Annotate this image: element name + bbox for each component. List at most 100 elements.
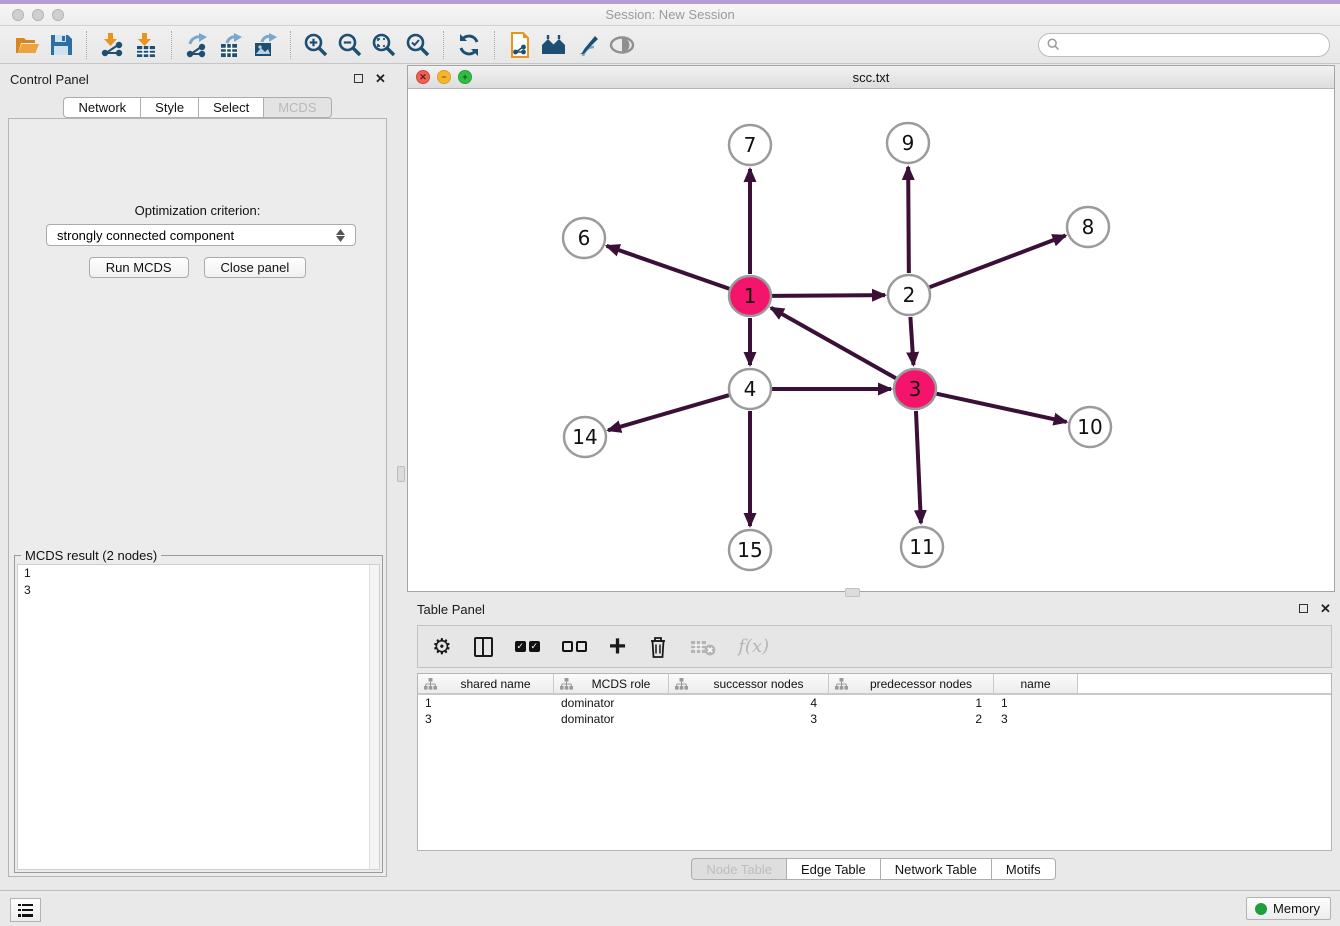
select-all-columns-button[interactable]: ✓✓	[515, 632, 540, 662]
column-header-predecessor-nodes[interactable]: predecessor nodes	[829, 674, 994, 693]
graph-edge-4-14[interactable]	[608, 395, 729, 430]
show-hide-button[interactable]	[605, 29, 639, 61]
function-builder-button[interactable]: f(x)	[738, 632, 769, 662]
zoom-fit-icon	[371, 32, 397, 58]
zoom-fit-button[interactable]	[367, 29, 401, 61]
close-table-panel-icon[interactable]: ✕	[1319, 602, 1332, 615]
graph-edge-3-1[interactable]	[771, 308, 896, 378]
mcds-result-item[interactable]: 1	[18, 565, 379, 582]
zoom-selected-button[interactable]	[401, 29, 435, 61]
mcds-result-list[interactable]: 13	[17, 564, 380, 870]
delete-table-icon	[690, 638, 716, 656]
table-cell[interactable]: 3	[418, 711, 554, 727]
graph-node-14[interactable]: 14	[564, 417, 606, 457]
graph-node-8[interactable]: 8	[1067, 207, 1109, 247]
graph-node-7[interactable]: 7	[729, 125, 771, 165]
columns-icon	[474, 637, 493, 657]
table-row[interactable]: 3dominator323	[418, 711, 1331, 727]
graph-edge-3-10[interactable]	[936, 394, 1066, 422]
table-tab-network-table[interactable]: Network Table	[880, 858, 991, 880]
float-panel-icon[interactable]	[352, 72, 365, 85]
table-tab-edge-table[interactable]: Edge Table	[786, 858, 880, 880]
home-button[interactable]	[537, 29, 571, 61]
export-table-button[interactable]	[214, 29, 248, 61]
show-columns-button[interactable]	[474, 632, 493, 662]
control-tab-mcds[interactable]: MCDS	[263, 97, 331, 118]
table-cell[interactable]: 3	[994, 711, 1078, 727]
vertical-splitter-handle[interactable]	[397, 466, 405, 482]
table-cell[interactable]: 4	[669, 695, 829, 711]
table-cell[interactable]: 1	[994, 695, 1078, 711]
table-panel-tabs: Node TableEdge TableNetwork TableMotifs	[407, 858, 1340, 880]
graph-node-3[interactable]: 3	[894, 369, 936, 409]
delete-table-button[interactable]	[690, 632, 716, 662]
control-tab-network[interactable]: Network	[63, 97, 140, 118]
import-table-icon	[133, 32, 159, 58]
zoom-out-icon	[337, 32, 363, 58]
search-input[interactable]	[1065, 38, 1321, 52]
zoom-out-button[interactable]	[333, 29, 367, 61]
close-panel-button[interactable]: Close panel	[204, 257, 307, 278]
clone-network-button[interactable]	[503, 29, 537, 61]
graph-edge-2-3[interactable]	[910, 317, 913, 365]
graph-node-label: 7	[744, 133, 757, 157]
network-canvas[interactable]: 7 9 6 8 1 2 4 3 14 10 15 11	[408, 89, 1334, 591]
import-network-button[interactable]	[95, 29, 129, 61]
graph-edge-1-6[interactable]	[607, 246, 730, 289]
save-session-button[interactable]	[44, 29, 78, 61]
column-header-shared-name[interactable]: shared name	[418, 674, 554, 693]
table-panel: Table Panel ✕ ⚙ ✓✓ +	[407, 595, 1340, 890]
column-header-successor-nodes[interactable]: successor nodes	[669, 674, 829, 693]
mcds-result-scrollbar[interactable]	[369, 565, 379, 869]
graph-node-15[interactable]: 15	[729, 530, 771, 570]
delete-column-button[interactable]	[648, 632, 668, 662]
table-cell[interactable]: 1	[829, 695, 994, 711]
zoom-in-button[interactable]	[299, 29, 333, 61]
float-table-panel-icon[interactable]	[1297, 602, 1310, 615]
export-image-button[interactable]	[248, 29, 282, 61]
graph-edge-2-9[interactable]	[908, 167, 909, 273]
table-cell[interactable]: 2	[829, 711, 994, 727]
close-panel-icon[interactable]: ✕	[374, 72, 387, 85]
style-brush-button[interactable]	[571, 29, 605, 61]
horizontal-splitter-handle[interactable]	[845, 588, 860, 597]
open-session-button[interactable]	[10, 29, 44, 61]
table-row[interactable]: 1dominator411	[418, 695, 1331, 711]
graph-node-10[interactable]: 10	[1069, 407, 1111, 447]
table-cell[interactable]: 1	[418, 695, 554, 711]
graph-edge-3-11[interactable]	[916, 411, 921, 523]
table-cell[interactable]: dominator	[554, 695, 669, 711]
graph-edge-1-2[interactable]	[772, 295, 885, 296]
graph-node-1[interactable]: 1	[729, 276, 771, 316]
table-cell[interactable]: 3	[669, 711, 829, 727]
unselect-all-columns-button[interactable]	[562, 632, 587, 662]
graph-node-label: 2	[903, 283, 916, 307]
apply-layout-button[interactable]	[452, 29, 486, 61]
table-options-button[interactable]: ⚙	[432, 632, 452, 662]
graph-node-9[interactable]: 9	[887, 123, 929, 163]
table-tab-motifs[interactable]: Motifs	[991, 858, 1056, 880]
memory-button[interactable]: Memory	[1246, 897, 1331, 920]
graph-node-11[interactable]: 11	[901, 527, 943, 567]
mcds-result-item[interactable]: 3	[18, 582, 379, 599]
network-window-titlebar[interactable]: ✕ − + scc.txt	[408, 66, 1334, 89]
memory-label: Memory	[1273, 901, 1320, 916]
create-column-button[interactable]: +	[609, 632, 627, 662]
memory-status-icon	[1255, 903, 1267, 915]
import-table-button[interactable]	[129, 29, 163, 61]
column-header-MCDS-role[interactable]: MCDS role	[554, 674, 669, 693]
criterion-select[interactable]: strongly connected component	[46, 224, 356, 246]
table-tab-node-table[interactable]: Node Table	[691, 858, 786, 880]
task-history-button[interactable]	[10, 898, 41, 922]
run-mcds-button[interactable]: Run MCDS	[89, 257, 189, 278]
column-header-name[interactable]: name	[994, 674, 1078, 693]
graph-node-4[interactable]: 4	[729, 369, 771, 409]
paintbrush-icon	[575, 32, 601, 58]
graph-edge-2-8[interactable]	[930, 236, 1066, 288]
control-tab-select[interactable]: Select	[198, 97, 263, 118]
graph-node-6[interactable]: 6	[563, 218, 605, 258]
table-cell[interactable]: dominator	[554, 711, 669, 727]
export-network-button[interactable]	[180, 29, 214, 61]
control-tab-style[interactable]: Style	[140, 97, 198, 118]
graph-node-2[interactable]: 2	[888, 275, 930, 315]
